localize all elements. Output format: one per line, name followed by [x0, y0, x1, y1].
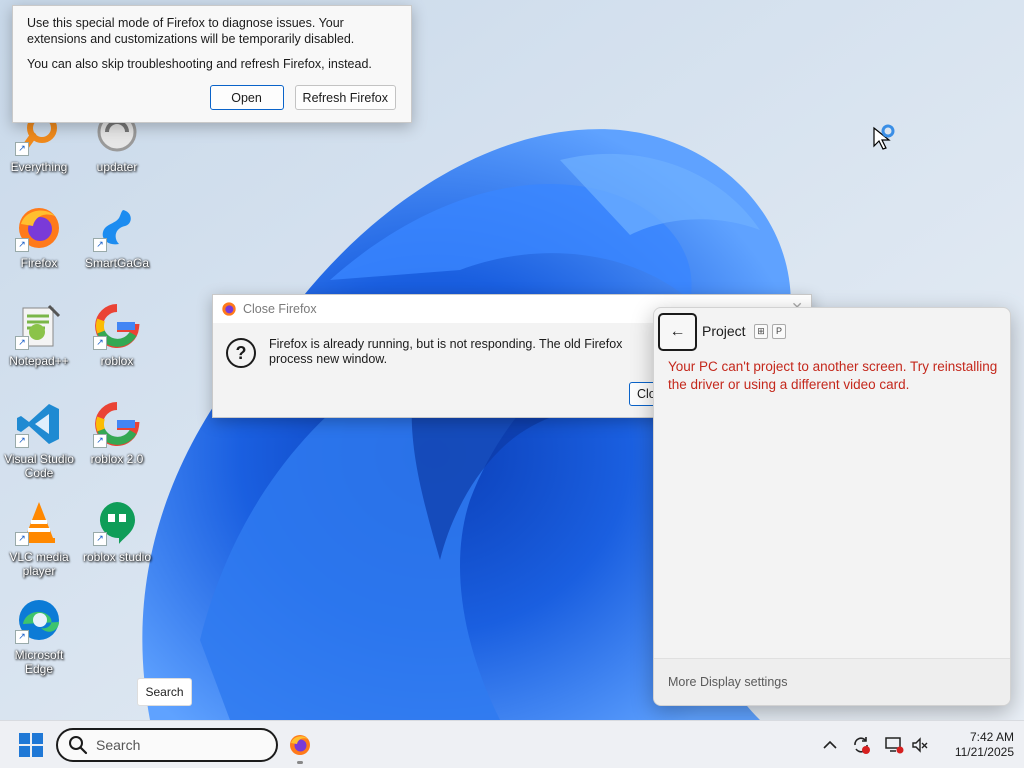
desktop-icon-firefox[interactable]: ↗ Firefox [0, 204, 78, 270]
shortcut-arrow-icon: ↗ [15, 336, 29, 350]
desktop-icon-roblox-studio[interactable]: ↗ roblox studio [78, 498, 156, 564]
shortcut-arrow-icon: ↗ [15, 532, 29, 546]
dialog-message: Use this special mode of Firefox to diag… [27, 16, 355, 46]
desktop-icon-label: Microsoft Edge [14, 648, 64, 676]
troubleshoot-mode-dialog: Use this special mode of Firefox to diag… [12, 5, 412, 123]
desktop-icon-label: updater [96, 160, 138, 174]
dialog-message-secondary: You can also skip troubleshooting and re… [27, 57, 372, 71]
desktop-icon-label: VLC media player [9, 550, 69, 578]
back-arrow-icon: ← [669, 323, 686, 340]
clock[interactable]: 7:42 AM 11/21/2025 [936, 730, 1014, 760]
dialog-title: Close Firefox [243, 302, 317, 316]
desktop-icon-label: SmartGaGa [84, 256, 150, 270]
question-icon: ? [226, 338, 256, 368]
shortcut-arrow-icon: ↗ [93, 336, 107, 350]
hangouts-icon: ↗ [93, 498, 141, 546]
clock-date: 11/21/2025 [954, 745, 1014, 759]
firefox-icon [222, 302, 236, 316]
refresh-firefox-button[interactable]: Refresh Firefox [294, 85, 396, 110]
desktop-icon-vlc[interactable]: ↗ VLC media player [0, 498, 78, 578]
sync-error-icon[interactable] [851, 735, 871, 755]
firefox-icon: ↗ [15, 204, 63, 252]
volume-muted-icon[interactable] [910, 735, 930, 755]
taskbar-search[interactable] [56, 728, 278, 762]
search-input[interactable] [96, 737, 256, 753]
desktop-icon-label: Notepad++ [9, 354, 69, 368]
shortcut-arrow-icon: ↗ [93, 238, 107, 252]
notepadpp-icon: ↗ [15, 302, 63, 350]
shortcut-arrow-icon: ↗ [15, 142, 29, 156]
chevron-up-icon[interactable] [820, 735, 840, 755]
desktop-icon-label: Visual Studio Code [4, 452, 74, 480]
panel-title: Project [702, 323, 746, 339]
desktop-icon-roblox-2[interactable]: ↗ roblox 2.0 [78, 400, 156, 466]
project-flyout: ← Project ⊞ P Your PC can't project to a… [653, 307, 1011, 706]
shortcut-arrow-icon: ↗ [15, 630, 29, 644]
desktop-icon-smartgaga[interactable]: ↗ SmartGaGa [78, 204, 156, 270]
desktop-icon-notepadpp[interactable]: ↗ Notepad++ [0, 302, 78, 368]
back-button[interactable]: ← [658, 313, 697, 351]
desktop-icon-roblox[interactable]: ↗ roblox [78, 302, 156, 368]
error-message: Your PC can't project to another screen.… [668, 359, 998, 392]
network-icon[interactable] [884, 735, 904, 755]
running-indicator [297, 761, 303, 764]
firefox-icon [290, 735, 310, 755]
desktop-icon-label: roblox 2.0 [90, 452, 144, 466]
shortcut-arrow-icon: ↗ [15, 238, 29, 252]
google-icon: ↗ [93, 302, 141, 350]
shortcut-keys: ⊞ P [754, 324, 786, 339]
taskbar: 7:42 AM 11/21/2025 [0, 720, 1024, 768]
more-display-settings-link[interactable]: More Display settings [668, 675, 788, 689]
smartgaga-icon: ↗ [93, 204, 141, 252]
desktop-icon-label: Firefox [20, 256, 58, 270]
vscode-icon: ↗ [15, 400, 63, 448]
p-key: P [772, 324, 786, 339]
open-button[interactable]: Open [209, 85, 284, 110]
clock-time: 7:42 AM [969, 730, 1014, 744]
desktop-icon-edge[interactable]: ↗ Microsoft Edge [0, 596, 78, 676]
desktop-icon-label: roblox [100, 354, 134, 368]
vlc-icon: ↗ [15, 498, 63, 546]
start-button[interactable] [19, 733, 43, 757]
busy-cursor-icon [873, 124, 895, 150]
windows-key-icon: ⊞ [754, 324, 768, 339]
edge-icon: ↗ [15, 596, 63, 644]
panel-footer: More Display settings [654, 658, 1010, 705]
shortcut-arrow-icon: ↗ [93, 532, 107, 546]
desktop-icon-label: Everything [10, 160, 68, 174]
desktop-icon-vscode[interactable]: ↗ Visual Studio Code [0, 400, 78, 480]
search-icon [69, 736, 88, 755]
desktop-icon-label: roblox studio [82, 550, 152, 564]
svg-text:?: ? [236, 343, 247, 363]
search-tooltip: Search [137, 678, 192, 706]
google-icon: ↗ [93, 400, 141, 448]
dialog-message: Firefox is already running, but is not r… [269, 337, 623, 366]
taskbar-firefox[interactable] [288, 733, 312, 764]
shortcut-arrow-icon: ↗ [15, 434, 29, 448]
shortcut-arrow-icon: ↗ [93, 434, 107, 448]
